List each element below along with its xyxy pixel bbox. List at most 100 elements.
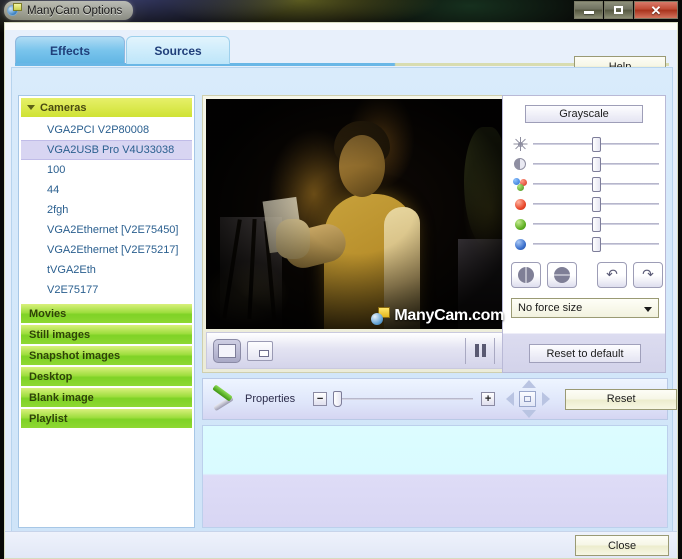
minimize-button[interactable] xyxy=(574,1,603,19)
tab-effects-label: Effects xyxy=(49,43,90,58)
sun-icon xyxy=(511,135,529,153)
list-item[interactable]: 100 xyxy=(21,160,192,180)
pan-up-button[interactable] xyxy=(522,380,537,388)
contrast-icon xyxy=(511,155,529,173)
sidebar-group-blank-image[interactable]: Blank image xyxy=(21,388,192,407)
camera-label: VGA2USB Pro V4U33038 xyxy=(47,144,175,156)
pan-left-button[interactable] xyxy=(506,392,515,406)
sidebar-group-blank-image-label: Blank image xyxy=(29,391,94,404)
tab-sources[interactable]: Sources xyxy=(126,36,230,64)
properties-toolbar: Properties − + Reset xyxy=(202,378,677,420)
tab-sources-label: Sources xyxy=(154,43,202,58)
maximize-button[interactable] xyxy=(604,1,633,19)
source-tree-sidebar[interactable]: Cameras VGA2PCI V2P80008 VGA2USB Pro V4U… xyxy=(18,95,195,528)
chevron-down-icon xyxy=(644,307,652,312)
camera-label: tVGA2Eth xyxy=(47,264,96,276)
rotate-left-glyph: ↶ xyxy=(606,267,618,283)
flip-horizontal-icon[interactable] xyxy=(511,262,541,288)
sidebar-group-desktop-label: Desktop xyxy=(29,370,73,383)
tools-icon xyxy=(211,384,237,412)
transform-buttons: ↶ ↷ xyxy=(511,262,663,290)
sidebar-group-snapshot-images-label: Snapshot images xyxy=(29,349,121,362)
fullscreen-icon[interactable] xyxy=(213,338,241,363)
close-button-label: Close xyxy=(607,539,637,552)
sidebar-group-movies-label: Movies xyxy=(29,307,67,320)
zoom-in-button[interactable]: + xyxy=(481,392,496,406)
green-slider[interactable] xyxy=(533,215,659,233)
contrast-slider[interactable] xyxy=(533,155,659,173)
watermark-text: ManyCam.com xyxy=(394,307,504,324)
properties-reset-button[interactable]: Reset xyxy=(565,388,677,410)
preview-controls-bar xyxy=(206,332,510,369)
rotate-right-icon[interactable]: ↷ xyxy=(633,262,663,288)
dialog-footer: Close xyxy=(5,531,677,558)
zoom-out-button[interactable]: − xyxy=(313,392,328,406)
video-preview-box: ManyCam.com xyxy=(202,95,514,373)
list-item[interactable]: 2fgh xyxy=(21,200,192,220)
camera-label: 100 xyxy=(47,164,66,176)
pan-center-button[interactable] xyxy=(519,391,537,407)
watermark: ManyCam.com xyxy=(371,307,504,325)
pan-down-button[interactable] xyxy=(522,410,537,418)
red-slider-row xyxy=(511,194,659,214)
pause-icon[interactable] xyxy=(466,338,494,364)
sidebar-group-playlist[interactable]: Playlist xyxy=(21,409,192,428)
contrast-slider-row xyxy=(511,154,659,174)
green-dot-icon xyxy=(511,215,529,233)
video-preview[interactable]: ManyCam.com xyxy=(206,99,510,329)
camera-label: 2fgh xyxy=(47,204,69,216)
close-window-button[interactable]: ✕ xyxy=(634,1,678,19)
reset-to-default-button[interactable]: Reset to default xyxy=(529,344,641,363)
tab-strip: Effects Sources xyxy=(15,36,669,64)
sidebar-group-still-images-label: Still images xyxy=(29,328,91,341)
image-adjust-panel: Grayscale ↶ ↷ No force size Reset to def… xyxy=(502,95,666,373)
properties-reset-label: Reset xyxy=(606,393,636,405)
chevron-down-icon xyxy=(27,105,35,110)
camera-label: VGA2Ethernet [V2E75217] xyxy=(47,244,179,256)
pan-right-button[interactable] xyxy=(542,392,551,406)
brightness-slider-row xyxy=(511,134,659,154)
list-item[interactable]: VGA2Ethernet [V2E75450] xyxy=(21,220,192,240)
reset-to-default-label: Reset to default xyxy=(546,347,624,360)
sidebar-group-desktop[interactable]: Desktop xyxy=(21,367,192,386)
list-item[interactable]: V2E75177 xyxy=(21,280,192,300)
dpad-icon[interactable] xyxy=(505,379,551,419)
rotate-left-icon[interactable]: ↶ xyxy=(597,262,627,288)
zoom-out-label: − xyxy=(316,392,324,405)
grayscale-button[interactable]: Grayscale xyxy=(525,105,643,123)
camera-label: VGA2Ethernet [V2E75450] xyxy=(47,224,179,236)
sources-panel: Cameras VGA2PCI V2P80008 VGA2USB Pro V4U… xyxy=(11,67,677,533)
window-title: ManyCam Options xyxy=(27,4,123,17)
title-chip: ManyCam Options xyxy=(4,1,134,20)
flip-vertical-icon[interactable] xyxy=(547,262,577,288)
manycam-logo-icon xyxy=(371,307,391,325)
list-item[interactable]: VGA2Ethernet [V2E75217] xyxy=(21,240,192,260)
list-item[interactable]: tVGA2Eth xyxy=(21,260,192,280)
saturation-slider[interactable] xyxy=(533,175,659,193)
list-item[interactable]: 44 xyxy=(21,180,192,200)
close-button[interactable]: Close xyxy=(575,535,669,556)
brightness-slider[interactable] xyxy=(533,135,659,153)
force-size-dropdown[interactable]: No force size xyxy=(511,298,659,318)
list-item[interactable]: VGA2PCI V2P80008 xyxy=(21,120,192,140)
zoom-slider[interactable] xyxy=(333,389,475,409)
sidebar-group-cameras[interactable]: Cameras xyxy=(21,98,192,117)
rotate-right-glyph: ↷ xyxy=(642,267,654,283)
color-dots-icon xyxy=(511,175,529,193)
sidebar-group-still-images[interactable]: Still images xyxy=(21,325,192,344)
tab-effects[interactable]: Effects xyxy=(15,36,125,64)
window-controls: ✕ xyxy=(574,1,678,19)
camera-label: VGA2PCI V2P80008 xyxy=(47,124,150,136)
zoom-slider-thumb[interactable] xyxy=(333,391,343,407)
picture-in-picture-icon[interactable] xyxy=(247,340,273,361)
grayscale-button-label: Grayscale xyxy=(559,108,609,120)
sidebar-group-snapshot-images[interactable]: Snapshot images xyxy=(21,346,192,365)
camera-label: V2E75177 xyxy=(47,284,99,296)
sidebar-group-movies[interactable]: Movies xyxy=(21,304,192,323)
red-slider[interactable] xyxy=(533,195,659,213)
window-body: Effects Sources Help Cameras VGA2PCI V2P… xyxy=(5,23,677,558)
list-item[interactable]: VGA2USB Pro V4U33038 xyxy=(21,140,192,160)
blue-slider[interactable] xyxy=(533,235,659,253)
blue-dot-icon xyxy=(511,235,529,253)
divider xyxy=(494,337,495,364)
